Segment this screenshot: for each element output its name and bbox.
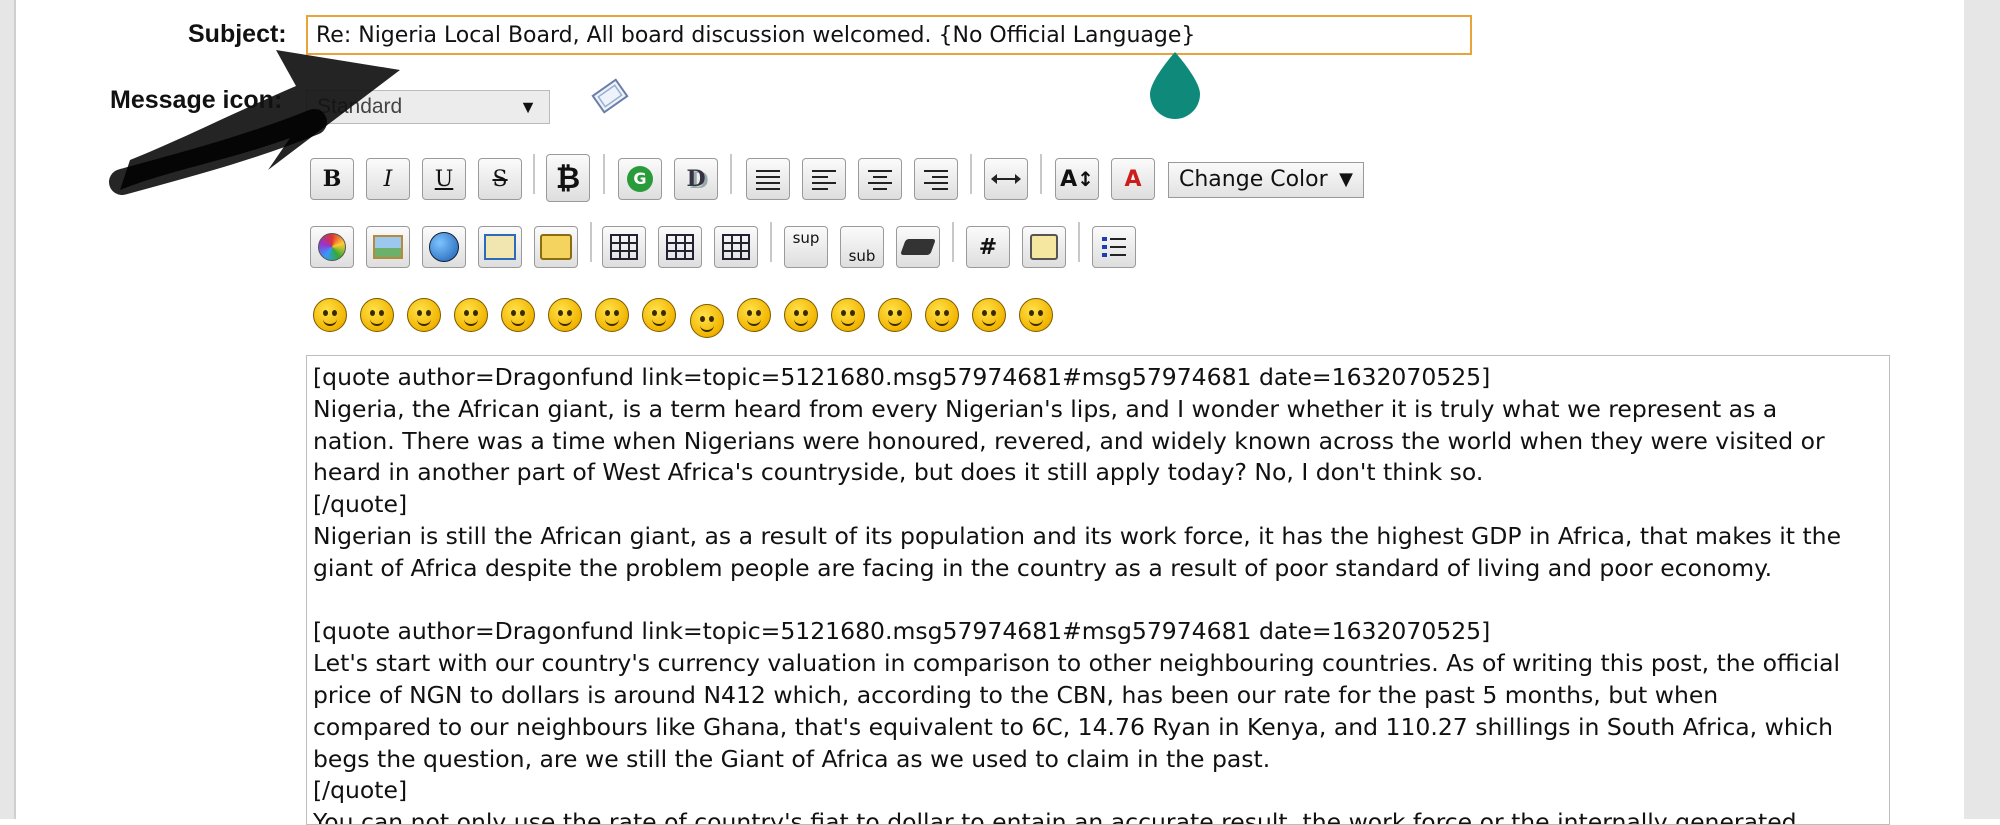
ftp-button[interactable] xyxy=(534,226,578,268)
table-column-button[interactable] xyxy=(714,226,758,268)
annotation-arrow-icon xyxy=(109,50,400,195)
message-line: [/quote] xyxy=(313,490,408,519)
tongue-icon[interactable] xyxy=(784,298,818,332)
message-line: You can not only use the rate of country… xyxy=(313,808,1797,825)
message-line: Nigeria, the African giant, is a term he… xyxy=(313,394,1778,423)
shadow-button[interactable]: D xyxy=(674,158,718,200)
embarrassed-icon[interactable] xyxy=(831,298,865,332)
bitcoin-icon: ₿ xyxy=(555,160,581,196)
table-button[interactable] xyxy=(602,226,646,268)
font-size-icon: A xyxy=(1060,166,1078,192)
cheesy-icon[interactable] xyxy=(407,298,441,332)
cry-icon[interactable] xyxy=(1019,298,1053,332)
page-gutter-right xyxy=(1964,0,2000,819)
message-textarea[interactable]: [quote author=Dragonfund link=topic=5121… xyxy=(306,355,1890,825)
font-face-button[interactable]: A xyxy=(1111,158,1155,200)
preformatted-icon xyxy=(756,170,780,190)
toolbar-separator xyxy=(603,154,605,194)
angry-icon[interactable] xyxy=(501,298,535,332)
size-arrow-icon: ↕ xyxy=(1077,167,1094,191)
message-line: begs the question, are we still the Gian… xyxy=(313,744,1271,773)
toolbar-separator xyxy=(952,222,954,262)
strikethrough-button[interactable]: S xyxy=(478,158,522,200)
change-color-select[interactable]: Change Color ▼ xyxy=(1168,162,1364,198)
align-left-icon xyxy=(812,170,836,190)
table-row-icon xyxy=(666,234,694,260)
huh-icon[interactable] xyxy=(690,304,724,338)
list-button[interactable] xyxy=(1092,226,1136,268)
font-size-button[interactable]: A ↕ xyxy=(1055,158,1099,200)
code-icon: # xyxy=(978,234,998,260)
glow-button[interactable]: G xyxy=(618,158,662,200)
align-left-button[interactable] xyxy=(802,158,846,200)
shadow-icon: D xyxy=(686,166,706,192)
message-icon-preview xyxy=(591,78,629,114)
smiley-icon[interactable] xyxy=(313,298,347,332)
subject-input[interactable]: Re: Nigeria Local Board, All board discu… xyxy=(306,15,1472,55)
toolbar-separator xyxy=(533,154,535,194)
message-line: nation. There was a time when Nigerians … xyxy=(313,426,1825,455)
align-center-button[interactable] xyxy=(858,158,902,200)
message-line xyxy=(313,585,1883,617)
message-line: [/quote] xyxy=(313,776,408,805)
wink-icon[interactable] xyxy=(360,298,394,332)
message-line: Let's start with our country's currency … xyxy=(313,649,1841,678)
strikethrough-icon: S xyxy=(492,166,508,192)
superscript-icon: sup xyxy=(792,229,820,247)
message-line: [quote author=Dragonfund link=topic=5121… xyxy=(313,617,1491,646)
toolbar-separator xyxy=(1078,222,1080,262)
kiss-icon[interactable] xyxy=(972,298,1006,332)
typewriter-icon xyxy=(900,239,936,255)
email-icon xyxy=(484,234,516,260)
horizontal-rule-icon xyxy=(991,174,1021,184)
chevron-down-icon: ▼ xyxy=(1339,169,1353,190)
list-icon xyxy=(1102,237,1126,257)
font-color-icon: A xyxy=(1124,166,1142,192)
subscript-icon: sub xyxy=(848,247,876,265)
toolbar-separator xyxy=(970,154,972,194)
shocked-icon[interactable] xyxy=(595,298,629,332)
message-line: price of NGN to dollars is around N412 w… xyxy=(313,680,1719,709)
horizontal-rule-button[interactable] xyxy=(984,158,1028,200)
table-row-button[interactable] xyxy=(658,226,702,268)
lipsrsealed-icon[interactable] xyxy=(878,298,912,332)
glow-icon: G xyxy=(627,166,653,192)
toolbar-separator xyxy=(1040,154,1042,194)
toolbar-separator xyxy=(730,154,732,194)
align-right-icon xyxy=(924,170,948,190)
message-line: compared to our neighbours like Ghana, t… xyxy=(313,712,1834,741)
toolbar-separator xyxy=(590,222,592,262)
align-center-icon xyxy=(868,170,892,190)
table-column-icon xyxy=(722,234,750,260)
quote-button[interactable] xyxy=(1022,226,1066,268)
superscript-button[interactable]: sup xyxy=(784,226,828,268)
message-line: giant of Africa despite the problem peop… xyxy=(313,553,1773,582)
grin-icon[interactable] xyxy=(454,298,488,332)
page-gutter-left xyxy=(0,0,14,819)
teletype-button[interactable] xyxy=(896,226,940,268)
preformatted-button[interactable] xyxy=(746,158,790,200)
sad-icon[interactable] xyxy=(548,298,582,332)
toolbar-separator xyxy=(770,222,772,262)
cool-icon[interactable] xyxy=(642,298,676,332)
align-right-button[interactable] xyxy=(914,158,958,200)
ftp-folder-icon xyxy=(540,234,572,260)
message-line: Nigerian is still the African giant, as … xyxy=(313,521,1842,550)
change-color-label: Change Color xyxy=(1179,167,1328,192)
cursor-drop-icon xyxy=(1150,52,1200,119)
code-button[interactable]: # xyxy=(966,226,1010,268)
message-line: [quote author=Dragonfund link=topic=5121… xyxy=(313,363,1491,391)
chevron-down-icon: ▼ xyxy=(519,97,537,117)
quote-icon xyxy=(1030,234,1058,260)
message-line: heard in another part of West Africa's c… xyxy=(313,458,1484,487)
undecided-icon[interactable] xyxy=(925,298,959,332)
subscript-button[interactable]: sub xyxy=(840,226,884,268)
rolleyes-icon[interactable] xyxy=(737,298,771,332)
bitcoin-button[interactable]: ₿ xyxy=(546,154,590,202)
email-button[interactable] xyxy=(478,226,522,268)
table-icon xyxy=(610,234,638,260)
